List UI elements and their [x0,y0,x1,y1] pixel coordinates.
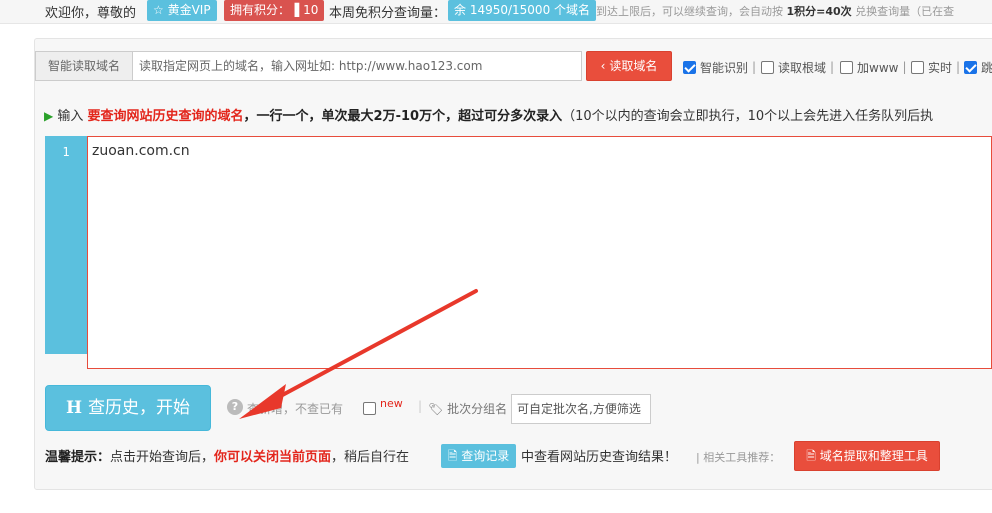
welcome-text: 欢迎你，尊敬的 [45,6,137,21]
option-label: 跳 [981,60,992,75]
signal-icon: ▐ [290,3,304,17]
only-new-label: 查新增，不查已有 [247,402,344,416]
help-icon[interactable]: ? [227,399,243,415]
read-domain-label: 读取域名 [609,59,658,73]
smart-read-addon: 智能读取域名 [35,51,132,81]
domain-textarea[interactable] [87,136,992,369]
option-smart-detect[interactable]: 智能识别 | [683,59,756,75]
points-badge-label: 拥有积分： [230,3,291,17]
option-root-domain[interactable]: 读取根域 | [761,59,834,75]
points-value: 10 [303,3,319,17]
query-record-button[interactable]: 🗎 查询记录 [441,444,516,468]
star-icon: ☆ [153,3,164,17]
top-status-bar: 欢迎你，尊敬的 ☆ 黄金VIP 拥有积分：▐ 10 本周免积分查询量： 余 14… [0,0,992,24]
query-record-label: 查询记录 [461,449,510,463]
option-label: 加www [857,60,899,75]
option-label: 实时 [928,60,953,75]
input-instruction: ▶ 输入 要查询网站历史查询的域名，一行一个，单次最大2万-10万个，超过可分多… [44,105,933,124]
tip-title: 温馨提示： [45,450,111,465]
vip-badge-label: 黄金VIP [167,3,211,17]
line-gutter [45,136,87,354]
chevron-left-icon: ‹ [600,59,606,73]
play-icon: ▶ [44,109,54,123]
url-input[interactable] [132,51,582,81]
read-domain-button[interactable]: ‹ 读取域名 [586,51,672,81]
checkbox-add-www[interactable] [840,60,853,74]
new-label: new [380,397,403,410]
option-realtime[interactable]: 实时 | [911,59,960,75]
instruction-main: ，一行一个，单次最大2万-10万个，超过可分多次录入 [243,109,563,124]
option-label: 智能识别 [700,60,749,75]
start-button-label: 查历史，开始 [88,398,191,418]
tip-text-3: 中查看网站历史查询结果！ [521,450,678,465]
start-history-query-button[interactable]: H 查历史，开始 [45,385,211,431]
limit-note: 到达上限后，可以继续查询，会自动按 1积分=40次 兑换查询量（已在查 [596,5,955,18]
weekly-quota-label: 本周免积分查询量： [329,6,447,21]
h-icon: H [65,398,83,418]
file-icon: 🗎 [447,449,458,463]
option-add-www[interactable]: 加www | [840,59,907,75]
checkbox-realtime[interactable] [911,60,924,74]
tip-text-1: 点击开始查询后， [110,450,215,465]
points-badge[interactable]: 拥有积分：▐ 10 [224,0,325,21]
tip-text: 温馨提示：点击开始查询后，你可以关闭当前页面，稍后自行在 [45,446,409,465]
quota-badge: 余 14950/15000 个域名 [448,0,597,21]
domain-entry[interactable]: zuoan.com.cn [92,143,190,159]
instruction-highlight: 要查询网站历史查询的域名 [87,109,244,124]
option-label: 读取根域 [778,60,827,75]
instruction-prefix: 输入 [57,109,84,124]
tool-button-label: 域名提取和整理工具 [819,449,928,463]
tag-icon: 🏷 [428,402,444,416]
tip-highlight: 你可以关闭当前页面 [214,450,332,465]
limit-rate: 1积分=40次 [786,5,852,18]
checkbox-root-domain[interactable] [761,60,774,74]
batch-name-input[interactable] [511,394,651,424]
batch-group-text: 批次分组名 [447,402,508,416]
checkbox-skip[interactable] [964,60,977,74]
option-skip[interactable]: 跳 [964,59,992,75]
divider: | [418,399,423,413]
line-number: 1 [62,145,70,159]
vip-badge[interactable]: ☆ 黄金VIP [147,0,217,21]
batch-group-label: 🏷 批次分组名 [428,400,507,417]
related-tools-label: | 相关工具推荐： [696,451,781,464]
checkbox-smart-detect[interactable] [683,60,696,74]
tip-text-2: ，稍后自行在 [331,450,410,465]
instruction-note: （10个以内的查询会立即执行，10个以上会先进入任务队列后执 [562,109,934,124]
domain-extract-tool-button[interactable]: 🗎 域名提取和整理工具 [794,441,940,471]
file-icon: 🗎 [806,449,816,463]
new-checkbox[interactable] [363,402,376,415]
